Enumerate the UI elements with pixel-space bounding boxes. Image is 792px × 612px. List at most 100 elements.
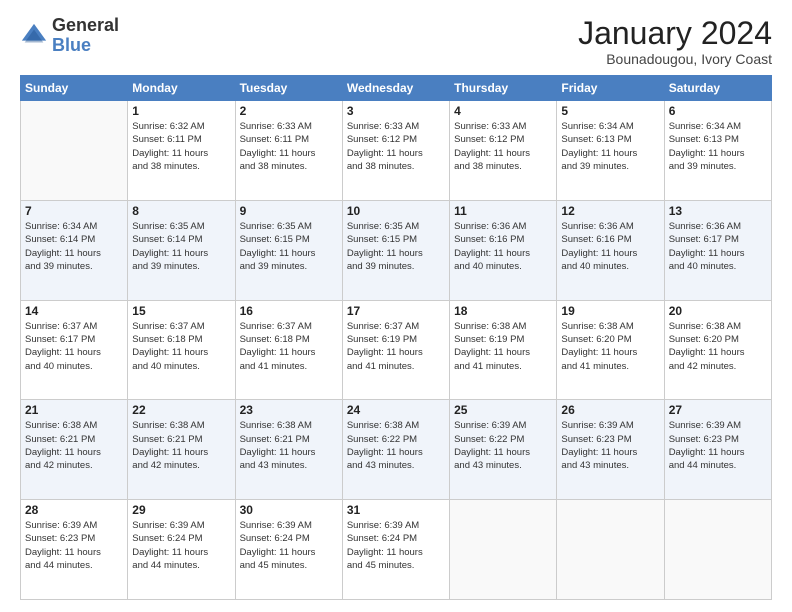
- day-info: Sunrise: 6:32 AM Sunset: 6:11 PM Dayligh…: [132, 121, 208, 172]
- calendar-cell: 13 Sunrise: 6:36 AM Sunset: 6:17 PM Dayli…: [664, 200, 771, 300]
- day-info: Sunrise: 6:33 AM Sunset: 6:12 PM Dayligh…: [454, 121, 530, 172]
- calendar-cell: 11Sunrise: 6:36 AM Sunset: 6:16 PM Dayli…: [450, 200, 557, 300]
- day-info: Sunrise: 6:39 AM Sunset: 6:24 PM Dayligh…: [347, 520, 423, 571]
- calendar-cell: 22Sunrise: 6:38 AM Sunset: 6:21 PM Dayli…: [128, 400, 235, 500]
- calendar-cell: 23Sunrise: 6:38 AM Sunset: 6:21 PM Dayli…: [235, 400, 342, 500]
- weekday-header-wednesday: Wednesday: [342, 76, 449, 101]
- calendar-cell: 31 Sunrise: 6:39 AM Sunset: 6:24 PM Dayli…: [342, 500, 449, 600]
- day-info: Sunrise: 6:37 AM Sunset: 6:17 PM Dayligh…: [25, 321, 101, 372]
- calendar-cell: 21 Sunrise: 6:38 AM Sunset: 6:21 PM Dayli…: [21, 400, 128, 500]
- day-number: 28: [25, 503, 123, 517]
- logo-icon: [20, 22, 48, 50]
- day-info: Sunrise: 6:38 AM Sunset: 6:21 PM Dayligh…: [25, 420, 101, 471]
- calendar-cell: 20Sunrise: 6:38 AM Sunset: 6:20 PM Dayli…: [664, 300, 771, 400]
- day-number: 11: [454, 204, 552, 218]
- day-info: Sunrise: 6:39 AM Sunset: 6:24 PM Dayligh…: [240, 520, 316, 571]
- day-number: 4: [454, 104, 552, 118]
- calendar-cell: 5Sunrise: 6:34 AM Sunset: 6:13 PM Daylig…: [557, 101, 664, 201]
- week-row-3: 21 Sunrise: 6:38 AM Sunset: 6:21 PM Dayli…: [21, 400, 772, 500]
- calendar-cell: 8 Sunrise: 6:35 AM Sunset: 6:14 PM Daylig…: [128, 200, 235, 300]
- week-row-0: 1 Sunrise: 6:32 AM Sunset: 6:11 PM Daylig…: [21, 101, 772, 201]
- weekday-header-saturday: Saturday: [664, 76, 771, 101]
- page: General Blue January 2024 Bounadougou, I…: [0, 0, 792, 612]
- day-number: 25: [454, 403, 552, 417]
- day-number: 30: [240, 503, 338, 517]
- logo: General Blue: [20, 16, 119, 56]
- calendar-cell: 14 Sunrise: 6:37 AM Sunset: 6:17 PM Dayli…: [21, 300, 128, 400]
- day-info: Sunrise: 6:34 AM Sunset: 6:13 PM Dayligh…: [561, 121, 637, 172]
- weekday-header-monday: Monday: [128, 76, 235, 101]
- day-number: 18: [454, 304, 552, 318]
- day-info: Sunrise: 6:35 AM Sunset: 6:14 PM Dayligh…: [132, 221, 208, 272]
- day-number: 29: [132, 503, 230, 517]
- calendar-cell: 9Sunrise: 6:35 AM Sunset: 6:15 PM Daylig…: [235, 200, 342, 300]
- day-number: 3: [347, 104, 445, 118]
- day-info: Sunrise: 6:39 AM Sunset: 6:22 PM Dayligh…: [454, 420, 530, 471]
- day-number: 8: [132, 204, 230, 218]
- calendar-cell: [664, 500, 771, 600]
- calendar-cell: 1 Sunrise: 6:32 AM Sunset: 6:11 PM Daylig…: [128, 101, 235, 201]
- calendar-cell: 16 Sunrise: 6:37 AM Sunset: 6:18 PM Dayli…: [235, 300, 342, 400]
- day-number: 13: [669, 204, 767, 218]
- calendar-cell: [21, 101, 128, 201]
- day-number: 9: [240, 204, 338, 218]
- day-info: Sunrise: 6:34 AM Sunset: 6:13 PM Dayligh…: [669, 121, 745, 172]
- calendar-cell: 17Sunrise: 6:37 AM Sunset: 6:19 PM Dayli…: [342, 300, 449, 400]
- day-info: Sunrise: 6:34 AM Sunset: 6:14 PM Dayligh…: [25, 221, 101, 272]
- calendar-cell: 6 Sunrise: 6:34 AM Sunset: 6:13 PM Daylig…: [664, 101, 771, 201]
- day-info: Sunrise: 6:38 AM Sunset: 6:21 PM Dayligh…: [132, 420, 208, 471]
- day-info: Sunrise: 6:33 AM Sunset: 6:12 PM Dayligh…: [347, 121, 423, 172]
- calendar-cell: 7Sunrise: 6:34 AM Sunset: 6:14 PM Daylig…: [21, 200, 128, 300]
- calendar-cell: 28Sunrise: 6:39 AM Sunset: 6:23 PM Dayli…: [21, 500, 128, 600]
- weekday-header-thursday: Thursday: [450, 76, 557, 101]
- day-info: Sunrise: 6:37 AM Sunset: 6:18 PM Dayligh…: [240, 321, 316, 372]
- day-number: 31: [347, 503, 445, 517]
- calendar-cell: 4 Sunrise: 6:33 AM Sunset: 6:12 PM Daylig…: [450, 101, 557, 201]
- weekday-header-row: SundayMondayTuesdayWednesdayThursdayFrid…: [21, 76, 772, 101]
- day-info: Sunrise: 6:37 AM Sunset: 6:19 PM Dayligh…: [347, 321, 423, 372]
- day-number: 23: [240, 403, 338, 417]
- calendar-cell: 18Sunrise: 6:38 AM Sunset: 6:19 PM Dayli…: [450, 300, 557, 400]
- week-row-1: 7Sunrise: 6:34 AM Sunset: 6:14 PM Daylig…: [21, 200, 772, 300]
- week-row-4: 28Sunrise: 6:39 AM Sunset: 6:23 PM Dayli…: [21, 500, 772, 600]
- day-number: 24: [347, 403, 445, 417]
- calendar-cell: [557, 500, 664, 600]
- day-number: 6: [669, 104, 767, 118]
- calendar-cell: 15 Sunrise: 6:37 AM Sunset: 6:18 PM Dayli…: [128, 300, 235, 400]
- day-number: 21: [25, 403, 123, 417]
- day-number: 27: [669, 403, 767, 417]
- day-number: 19: [561, 304, 659, 318]
- day-info: Sunrise: 6:37 AM Sunset: 6:18 PM Dayligh…: [132, 321, 208, 372]
- logo-blue: Blue: [52, 36, 119, 56]
- weekday-header-tuesday: Tuesday: [235, 76, 342, 101]
- calendar-cell: 3 Sunrise: 6:33 AM Sunset: 6:12 PM Daylig…: [342, 101, 449, 201]
- week-row-2: 14 Sunrise: 6:37 AM Sunset: 6:17 PM Dayli…: [21, 300, 772, 400]
- calendar-cell: 26 Sunrise: 6:39 AM Sunset: 6:23 PM Dayli…: [557, 400, 664, 500]
- day-info: Sunrise: 6:35 AM Sunset: 6:15 PM Dayligh…: [347, 221, 423, 272]
- day-info: Sunrise: 6:38 AM Sunset: 6:20 PM Dayligh…: [669, 321, 745, 372]
- day-number: 12: [561, 204, 659, 218]
- day-number: 1: [132, 104, 230, 118]
- calendar-table: SundayMondayTuesdayWednesdayThursdayFrid…: [20, 75, 772, 600]
- calendar-cell: 19 Sunrise: 6:38 AM Sunset: 6:20 PM Dayli…: [557, 300, 664, 400]
- day-number: 14: [25, 304, 123, 318]
- subtitle: Bounadougou, Ivory Coast: [578, 51, 772, 67]
- day-info: Sunrise: 6:39 AM Sunset: 6:23 PM Dayligh…: [669, 420, 745, 471]
- calendar-cell: 12 Sunrise: 6:36 AM Sunset: 6:16 PM Dayli…: [557, 200, 664, 300]
- calendar-cell: 10Sunrise: 6:35 AM Sunset: 6:15 PM Dayli…: [342, 200, 449, 300]
- day-info: Sunrise: 6:36 AM Sunset: 6:17 PM Dayligh…: [669, 221, 745, 272]
- header: General Blue January 2024 Bounadougou, I…: [20, 16, 772, 67]
- day-number: 16: [240, 304, 338, 318]
- day-number: 26: [561, 403, 659, 417]
- calendar-cell: 30 Sunrise: 6:39 AM Sunset: 6:24 PM Dayli…: [235, 500, 342, 600]
- day-number: 2: [240, 104, 338, 118]
- calendar-cell: 27 Sunrise: 6:39 AM Sunset: 6:23 PM Dayli…: [664, 400, 771, 500]
- day-number: 15: [132, 304, 230, 318]
- weekday-header-sunday: Sunday: [21, 76, 128, 101]
- calendar-cell: 29Sunrise: 6:39 AM Sunset: 6:24 PM Dayli…: [128, 500, 235, 600]
- day-info: Sunrise: 6:38 AM Sunset: 6:20 PM Dayligh…: [561, 321, 637, 372]
- logo-text: General Blue: [52, 16, 119, 56]
- day-info: Sunrise: 6:36 AM Sunset: 6:16 PM Dayligh…: [561, 221, 637, 272]
- day-info: Sunrise: 6:39 AM Sunset: 6:23 PM Dayligh…: [561, 420, 637, 471]
- calendar-cell: [450, 500, 557, 600]
